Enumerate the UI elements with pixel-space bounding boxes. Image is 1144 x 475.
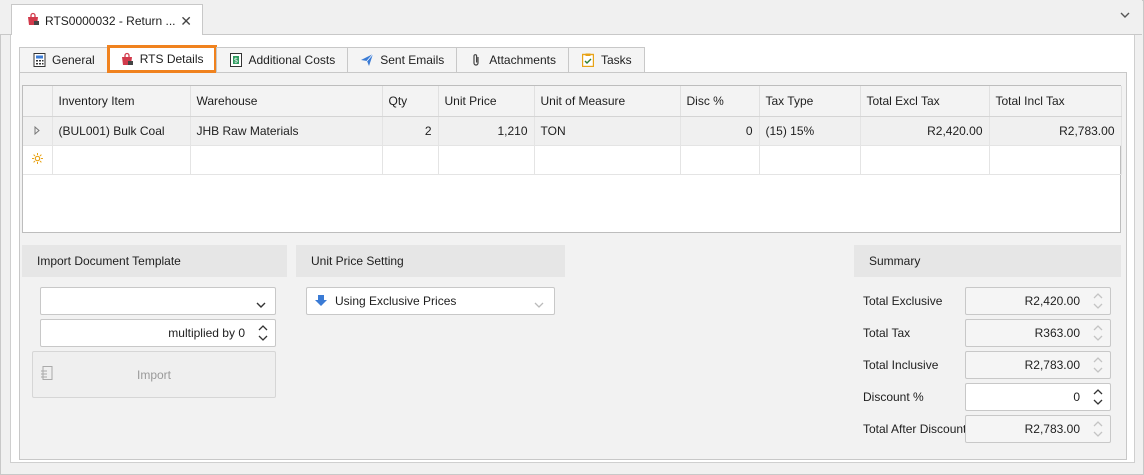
column-header[interactable]: Total Excl Tax: [860, 86, 990, 117]
tab-attachments-label: Attachments: [489, 53, 556, 67]
down-arrow-icon: [307, 295, 327, 307]
spin-arrows-icon: [1092, 324, 1104, 345]
cell-total-incl[interactable]: R2,783.00: [989, 116, 1122, 146]
column-header[interactable]: Inventory Item: [52, 86, 191, 117]
summary-header: Summary: [854, 245, 1121, 277]
spin-arrows-icon[interactable]: [257, 324, 269, 345]
column-header[interactable]: Unit of Measure: [534, 86, 681, 117]
tab-tasks-label: Tasks: [600, 53, 632, 67]
column-header[interactable]: Disc %: [680, 86, 760, 117]
paperclip-icon: [469, 53, 483, 67]
document-tab[interactable]: RTS0000032 - Return ... ✕: [11, 4, 203, 36]
row-pointer-icon: [23, 116, 53, 146]
template-select[interactable]: [40, 287, 276, 315]
document-tab-title: RTS0000032 - Return ...: [45, 13, 176, 28]
cell-tax-type[interactable]: (15) 15%: [759, 116, 861, 146]
column-header[interactable]: Tax Type: [759, 86, 861, 117]
clipboard-check-icon: [581, 53, 595, 67]
line-items-table: Inventory Item Warehouse Qty Unit Price …: [23, 86, 1122, 175]
close-icon[interactable]: ✕: [180, 13, 192, 30]
shopping-bag-icon: [26, 12, 40, 29]
after-discount-label: Total After Discount: [863, 422, 967, 436]
unit-price-header: Unit Price Setting: [296, 245, 565, 277]
detail-tabs: General RTS Details $ Additional Costs S…: [19, 45, 645, 73]
row-indicator-header: [23, 86, 53, 117]
shopping-bag-icon: [120, 52, 134, 66]
column-header[interactable]: Warehouse: [190, 86, 383, 117]
cell-unit-of-measure[interactable]: TON: [534, 116, 681, 146]
grid-header-row: Inventory Item Warehouse Qty Unit Price …: [23, 86, 1122, 117]
chevron-down-icon[interactable]: [1120, 10, 1130, 22]
tab-additional-costs-label: Additional Costs: [248, 53, 336, 67]
column-header[interactable]: Unit Price: [438, 86, 535, 117]
calculator-icon: [32, 53, 46, 67]
tab-sent-emails[interactable]: Sent Emails: [347, 47, 458, 73]
cell-total-excl[interactable]: R2,420.00: [860, 116, 990, 146]
total-exclusive-field: R2,420.00: [965, 287, 1111, 315]
tab-rts-details[interactable]: RTS Details: [106, 45, 217, 73]
after-discount-field: R2,783.00: [965, 415, 1111, 443]
cell-unit-price[interactable]: 1,210: [438, 116, 535, 146]
total-inclusive-label: Total Inclusive: [863, 358, 939, 372]
spin-arrows-icon[interactable]: [1092, 388, 1104, 409]
tab-attachments[interactable]: Attachments: [456, 47, 569, 73]
cell-qty[interactable]: 2: [382, 116, 439, 146]
tab-sent-emails-label: Sent Emails: [380, 53, 445, 67]
unit-price-value: Using Exclusive Prices: [335, 294, 457, 308]
discount-stepper[interactable]: 0: [965, 383, 1111, 411]
empty-cell[interactable]: [438, 145, 535, 175]
new-row-icon: [23, 145, 53, 175]
total-exclusive-label: Total Exclusive: [863, 294, 943, 308]
unit-price-select[interactable]: Using Exclusive Prices: [306, 287, 555, 315]
column-header[interactable]: Total Incl Tax: [989, 86, 1122, 117]
cell-warehouse[interactable]: JHB Raw Materials: [190, 116, 383, 146]
table-row[interactable]: (BUL001) Bulk Coal JHB Raw Materials 2 1…: [23, 116, 1122, 146]
tab-rts-details-label: RTS Details: [139, 52, 204, 66]
import-doc-icon: [41, 366, 53, 383]
tab-tasks[interactable]: Tasks: [567, 47, 645, 73]
empty-cell[interactable]: [190, 145, 383, 175]
import-button[interactable]: Import: [32, 351, 276, 398]
tab-general-label: General: [52, 53, 95, 67]
column-header[interactable]: Qty: [382, 86, 439, 117]
empty-cell[interactable]: [382, 145, 439, 175]
empty-cell[interactable]: [989, 145, 1122, 175]
empty-cell[interactable]: [534, 145, 681, 175]
svg-text:$: $: [233, 57, 237, 65]
new-item-row[interactable]: [23, 145, 1122, 175]
cell-inventory-item[interactable]: (BUL001) Bulk Coal: [52, 116, 191, 146]
spin-arrows-icon: [1092, 420, 1104, 441]
empty-cell[interactable]: [52, 145, 191, 175]
total-tax-label: Total Tax: [863, 326, 911, 340]
empty-cell[interactable]: [860, 145, 990, 175]
tab-additional-costs[interactable]: $ Additional Costs: [215, 47, 349, 73]
multiplier-label: multiplied by 0: [168, 326, 245, 340]
send-icon: [360, 53, 374, 67]
total-exclusive-value: R2,420.00: [1024, 294, 1080, 308]
chevron-down-icon[interactable]: [534, 298, 544, 312]
spin-arrows-icon: [1092, 292, 1104, 313]
total-inclusive-value: R2,783.00: [1024, 358, 1080, 372]
import-template-header: Import Document Template: [22, 245, 287, 277]
import-label: Import: [136, 367, 171, 382]
empty-cell[interactable]: [759, 145, 861, 175]
discount-label: Discount %: [863, 390, 924, 404]
chevron-down-icon[interactable]: [256, 298, 266, 312]
after-discount-value: R2,783.00: [1024, 422, 1080, 436]
total-inclusive-field: R2,783.00: [965, 351, 1111, 379]
cell-disc[interactable]: 0: [680, 116, 760, 146]
document-tab-strip: RTS0000032 - Return ... ✕: [0, 0, 1142, 36]
discount-value: 0: [1073, 390, 1080, 404]
multiplier-stepper[interactable]: multiplied by 0: [40, 319, 276, 347]
dollar-doc-icon: $: [229, 53, 243, 67]
total-tax-field: R363.00: [965, 319, 1111, 347]
line-items-grid: Inventory Item Warehouse Qty Unit Price …: [22, 85, 1122, 233]
total-tax-value: R363.00: [1034, 326, 1080, 340]
tab-general[interactable]: General: [19, 47, 108, 73]
empty-cell[interactable]: [680, 145, 760, 175]
spin-arrows-icon: [1092, 356, 1104, 377]
